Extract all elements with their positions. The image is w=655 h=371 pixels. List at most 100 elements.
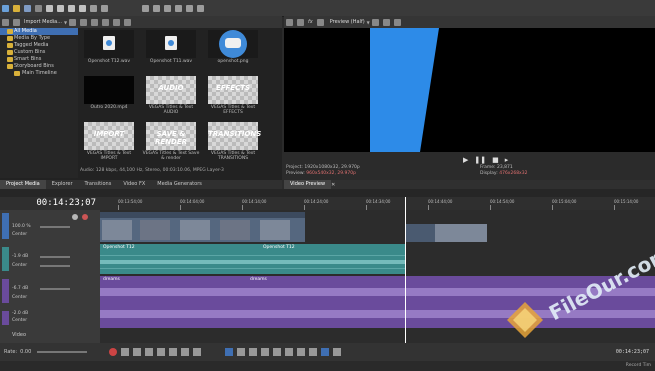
- auto-preview-icon[interactable]: [124, 18, 132, 26]
- split-screen-icon[interactable]: [316, 18, 324, 26]
- undo-icon[interactable]: [90, 4, 97, 12]
- search-media-icon[interactable]: [113, 18, 121, 26]
- save-snapshot-icon[interactable]: [393, 18, 401, 26]
- media-thumbnail[interactable]: EFFECTS VEGAS Titles & Text EFFECTS: [208, 76, 258, 115]
- media-bin-item[interactable]: Tagged Media: [0, 42, 78, 49]
- auto-crossfade-icon[interactable]: [321, 348, 330, 356]
- auto-ripple-icon[interactable]: [186, 4, 193, 12]
- track-pan-value: Center: [12, 318, 28, 323]
- settings-icon[interactable]: [286, 18, 293, 26]
- open-icon[interactable]: [13, 4, 20, 12]
- chevron-down-icon[interactable]: ▼: [64, 20, 67, 25]
- solo-icon[interactable]: [82, 214, 88, 220]
- snapping-icon[interactable]: [285, 348, 294, 356]
- overlays-icon[interactable]: [371, 18, 379, 26]
- paste-icon[interactable]: [68, 4, 75, 12]
- media-bin-item[interactable]: Media By Type: [0, 35, 78, 42]
- normal-edit-tool-icon[interactable]: [142, 4, 149, 12]
- video-clip[interactable]: [100, 212, 305, 242]
- tab-explorer[interactable]: Explorer: [46, 180, 79, 189]
- pause-icon[interactable]: [157, 348, 166, 356]
- preview-quality-dropdown[interactable]: Preview (Half): [330, 19, 365, 25]
- media-bin-item[interactable]: Smart Bins: [0, 56, 78, 63]
- normal-edit-icon[interactable]: [225, 348, 234, 356]
- remove-media-icon[interactable]: [91, 18, 99, 26]
- loop-playback-icon[interactable]: [121, 348, 130, 356]
- video-fx-icon[interactable]: fx: [308, 19, 313, 25]
- track-volume-value: -2.0 dB: [12, 311, 29, 316]
- pause-icon[interactable]: ❚❚: [474, 156, 486, 164]
- get-media-icon[interactable]: [80, 18, 88, 26]
- play-icon[interactable]: ▶: [463, 156, 468, 164]
- playhead[interactable]: [405, 197, 406, 343]
- split-icon[interactable]: [237, 348, 246, 356]
- media-thumbnail[interactable]: Openshot T12.wav: [84, 30, 134, 67]
- marker-icon[interactable]: [297, 348, 306, 356]
- media-caption: VEGAS Titles & Text TRANSITIONS: [210, 151, 256, 161]
- stop-icon[interactable]: ■: [492, 156, 499, 164]
- play-icon[interactable]: [145, 348, 154, 356]
- stop-icon[interactable]: [169, 348, 178, 356]
- media-thumbnail[interactable]: IMPORT VEGAS Titles & Text IMPORT: [84, 122, 134, 161]
- media-bin-item[interactable]: All Media: [0, 28, 78, 35]
- pan-slider[interactable]: [40, 265, 70, 267]
- video-thumbnail: [84, 76, 134, 104]
- chevron-down-icon[interactable]: ▼: [367, 20, 370, 25]
- media-bin-item[interactable]: Custom Bins: [0, 49, 78, 56]
- lock-envelopes-icon[interactable]: [273, 348, 282, 356]
- cut-icon[interactable]: [46, 4, 53, 12]
- folder-icon[interactable]: [13, 18, 20, 26]
- media-bin-item[interactable]: Storyboard Bins: [0, 63, 78, 70]
- media-fx-icon[interactable]: [102, 18, 110, 26]
- folder-icon: [7, 36, 13, 41]
- status-bar: Record Tim: [0, 361, 655, 371]
- new-project-icon[interactable]: [2, 4, 9, 12]
- close-icon[interactable]: ✕: [331, 182, 335, 188]
- envelope-tool-icon[interactable]: [153, 4, 160, 12]
- media-thumbnail[interactable]: Outro 2020.mp4: [84, 76, 134, 113]
- master-label: Video: [12, 332, 27, 338]
- video-clip[interactable]: [405, 224, 487, 242]
- media-bin-item[interactable]: Main Timeline: [0, 70, 78, 77]
- mute-icon[interactable]: [72, 214, 78, 220]
- redo-icon[interactable]: [101, 4, 108, 12]
- help-icon[interactable]: [197, 4, 204, 12]
- rate-slider[interactable]: [37, 351, 88, 353]
- play-from-start-icon[interactable]: [133, 348, 142, 356]
- tab-project-media[interactable]: Project Media: [0, 180, 46, 189]
- media-thumbnail[interactable]: SAVE & RENDER VEGAS Titles & Text Save & …: [143, 122, 199, 161]
- media-thumbnail[interactable]: openshot.png: [208, 30, 258, 67]
- timeline-ruler[interactable]: 00:13:54;00 00:14:04;00 00:14:14;00 00:14:2…: [100, 197, 655, 210]
- properties-icon[interactable]: [35, 4, 42, 12]
- import-media-dropdown[interactable]: Import Media...: [24, 19, 62, 25]
- trim-start-icon[interactable]: [249, 348, 258, 356]
- volume-slider[interactable]: [40, 288, 70, 290]
- next-frame-icon[interactable]: ▸: [505, 156, 509, 164]
- tab-video-preview[interactable]: Video Preview: [284, 180, 332, 189]
- media-thumbnail[interactable]: AUDIO VEGAS Titles & Text AUDIO: [146, 76, 196, 115]
- delete-icon[interactable]: [79, 4, 86, 12]
- zoom-tool-icon[interactable]: [175, 4, 182, 12]
- zoom-icon[interactable]: [333, 348, 342, 356]
- media-thumbnail[interactable]: TRANSITIONS VEGAS Titles & Text TRANSITIO…: [208, 122, 261, 161]
- views-icon[interactable]: [2, 18, 9, 26]
- copy-icon[interactable]: [57, 4, 64, 12]
- media-thumbnail[interactable]: Openshot T11.wav: [146, 30, 196, 67]
- level-slider[interactable]: [40, 226, 70, 228]
- tab-media-generators[interactable]: Media Generators: [151, 180, 208, 189]
- go-to-start-icon[interactable]: [181, 348, 190, 356]
- volume-slider[interactable]: [40, 256, 70, 258]
- external-monitor-icon[interactable]: [297, 18, 304, 26]
- tab-video-fx[interactable]: Video FX: [117, 180, 151, 189]
- trim-end-icon[interactable]: [261, 348, 270, 356]
- save-icon[interactable]: [24, 4, 31, 12]
- record-icon[interactable]: [109, 348, 118, 356]
- tab-transitions[interactable]: Transitions: [79, 180, 118, 189]
- preview-value: 960x540x32, 29.970p: [306, 171, 356, 176]
- selection-tool-icon[interactable]: [164, 4, 171, 12]
- audio-clip-teal[interactable]: Openshot T12 Openshot T12: [100, 244, 405, 274]
- copy-snapshot-icon[interactable]: [382, 18, 390, 26]
- go-to-end-icon[interactable]: [193, 348, 202, 356]
- region-icon[interactable]: [309, 348, 318, 356]
- capture-icon[interactable]: [69, 18, 77, 26]
